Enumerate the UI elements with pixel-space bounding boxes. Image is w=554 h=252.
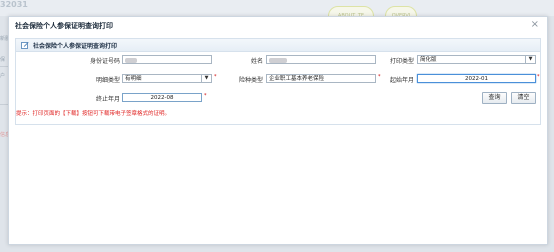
background-page-id: 32031 (0, 0, 28, 9)
dialog-title: 社会保险个人参保证明查询打印 (15, 22, 113, 30)
certificate-query-dialog: 社会保险个人参保证明查询打印 × 社会保险个人参保证明查询打印 身份证号码 姓名… (8, 16, 548, 245)
redacted-value (125, 58, 137, 63)
id-number-label: 身份证号码 (89, 58, 120, 65)
download-tip: 提示：打印页面的【下载】按钮可下载带电子签章格式的证明。 (16, 111, 171, 117)
detail-type-select[interactable]: 有明细 ▼ (122, 74, 212, 83)
required-mark: * (537, 74, 540, 80)
background-side-item[interactable]: 保 (0, 56, 5, 63)
background-top-bar (0, 0, 554, 16)
close-icon[interactable]: × (531, 19, 539, 30)
print-type-value: 简化版 (420, 57, 437, 63)
id-number-input[interactable] (122, 55, 212, 64)
print-type-select[interactable]: 简化版 ▼ (417, 55, 536, 64)
panel-header: 社会保险个人参保证明查询打印 (16, 39, 540, 52)
start-month-label: 起始年月 (389, 77, 414, 84)
redacted-value (269, 58, 287, 63)
required-mark: * (204, 93, 207, 99)
query-button[interactable]: 查询 (482, 92, 507, 104)
background-side-item[interactable]: 户 (0, 72, 5, 79)
clear-button[interactable]: 清空 (511, 92, 536, 104)
start-month-input[interactable]: 2022-01 (417, 74, 536, 83)
print-type-label: 打印类型 (389, 58, 414, 65)
end-month-input[interactable]: 2022-08 (122, 93, 202, 102)
panel-title: 社会保险个人参保证明查询打印 (33, 43, 118, 50)
end-month-label: 终止年月 (95, 96, 120, 103)
detail-type-label: 明细类型 (95, 77, 120, 84)
edit-icon (21, 42, 29, 49)
insurance-type-label: 险种类型 (238, 77, 263, 84)
detail-type-value: 有明细 (125, 76, 142, 82)
name-label: 姓名 (250, 58, 263, 65)
chevron-down-icon[interactable]: ▼ (525, 56, 535, 63)
